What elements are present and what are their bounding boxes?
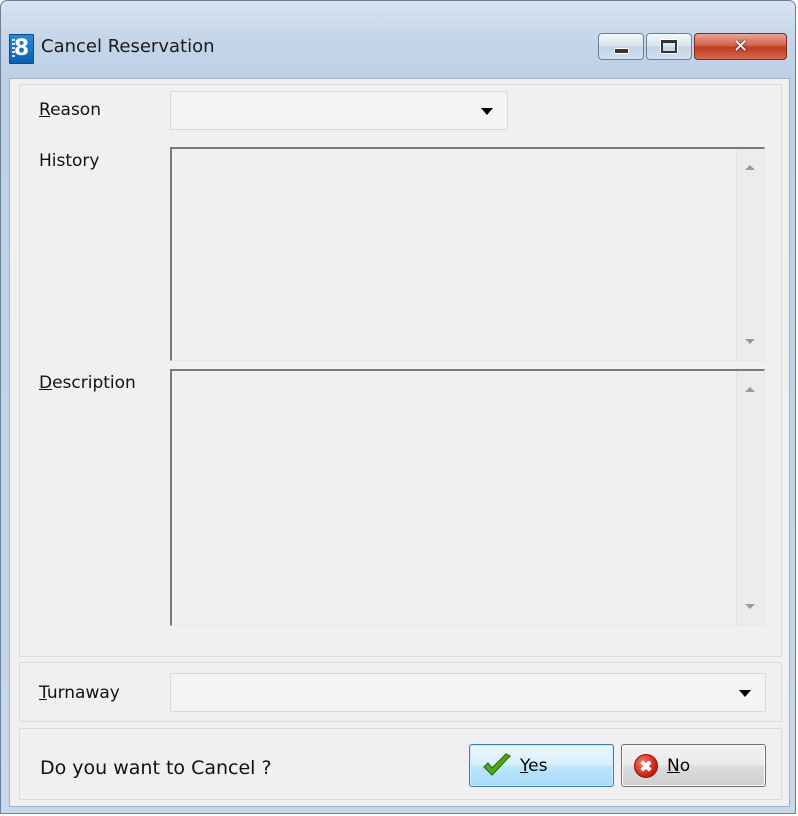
scroll-down-icon[interactable]	[745, 604, 755, 609]
reason-label: Reason	[39, 100, 101, 120]
no-button[interactable]: No	[621, 744, 766, 787]
minimize-icon	[613, 47, 629, 54]
history-scrollbar[interactable]	[736, 149, 764, 360]
scroll-up-icon[interactable]	[745, 387, 755, 392]
reason-dropdown[interactable]	[170, 91, 508, 130]
maximize-icon	[661, 40, 677, 53]
no-label: No	[667, 755, 691, 776]
chevron-down-icon	[481, 108, 493, 115]
cancel-reservation-window: 8 Cancel Reservation ✕ Reason History De…	[0, 0, 796, 814]
close-icon: ✕	[732, 36, 749, 57]
minimize-button[interactable]	[598, 33, 644, 60]
turnaway-panel: Turnaway	[19, 662, 782, 722]
details-panel: Reason History Description	[19, 84, 782, 657]
turnaway-label: Turnaway	[39, 683, 120, 703]
description-scrollbar[interactable]	[736, 371, 764, 625]
description-textarea[interactable]	[170, 369, 765, 626]
yes-label: Yes	[520, 755, 548, 776]
window-title: Cancel Reservation	[41, 36, 215, 57]
app-8-icon: 8	[9, 34, 34, 64]
cancel-circle-icon	[634, 753, 658, 778]
title-bar[interactable]: 8 Cancel Reservation ✕	[1, 1, 795, 77]
history-textarea[interactable]	[170, 147, 765, 361]
description-label: Description	[39, 373, 136, 393]
dialog-client-area: Reason History Description Turnaway Do y…	[9, 78, 790, 807]
history-label: History	[39, 151, 100, 171]
turnaway-dropdown[interactable]	[170, 673, 766, 712]
maximize-button[interactable]	[646, 33, 692, 60]
scroll-up-icon[interactable]	[745, 165, 755, 170]
yes-button[interactable]: Yes	[469, 744, 614, 787]
checkmark-icon	[482, 752, 512, 779]
scroll-down-icon[interactable]	[745, 339, 755, 344]
close-button[interactable]: ✕	[694, 33, 787, 60]
chevron-down-icon	[739, 690, 751, 697]
confirm-prompt: Do you want to Cancel ?	[40, 757, 272, 779]
